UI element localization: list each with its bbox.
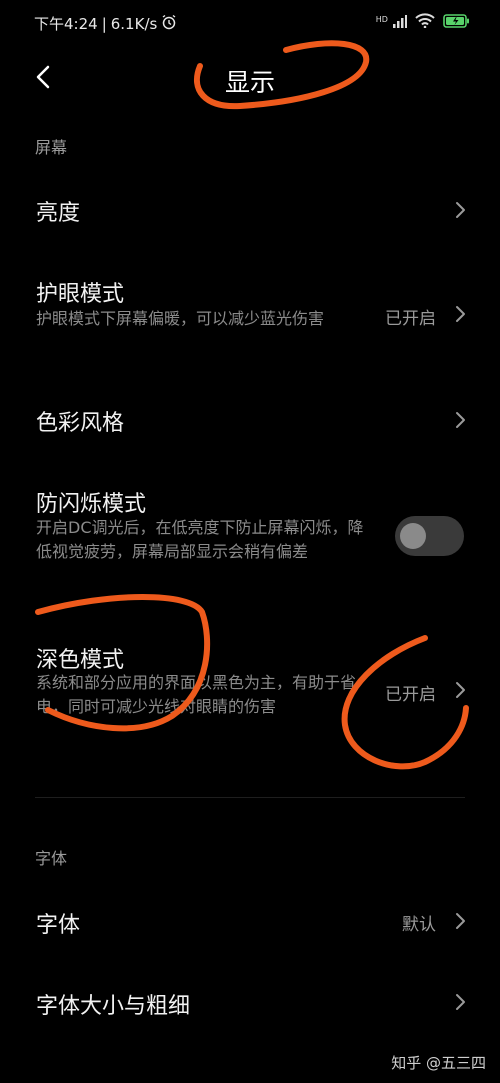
anti-flicker-title: 防闪烁模式: [36, 492, 147, 517]
setting-dark-mode[interactable]: 深色模式 系统和部分应用的界面以黑色为主，有助于省电，同时可减少光线对眼睛的伤害…: [0, 640, 500, 750]
brightness-title: 亮度: [36, 201, 81, 226]
anti-flicker-toggle[interactable]: [395, 516, 464, 556]
chevron-right-icon: [456, 412, 465, 428]
anti-flicker-subtitle: 开启DC调光后，在低亮度下防止屏幕闪烁，降低视觉疲劳，屏幕局部显示会稍有偏差: [36, 518, 364, 561]
eye-care-title: 护眼模式: [36, 282, 125, 307]
app-header: 显示: [0, 46, 500, 116]
hd-badge: HD: [375, 15, 388, 24]
status-right: HD: [376, 13, 470, 32]
setting-font-size[interactable]: 字体大小与粗细: [0, 962, 500, 1042]
chevron-right-icon: [456, 682, 465, 698]
font-title: 字体: [36, 913, 81, 938]
font-size-title: 字体大小与粗细: [36, 994, 191, 1019]
signal-icon: HD: [376, 13, 407, 32]
watermark: 知乎 @五三四: [391, 1054, 486, 1072]
wifi-icon: [415, 13, 435, 32]
chevron-right-icon: [456, 913, 465, 929]
section-divider: [35, 797, 465, 798]
setting-anti-flicker[interactable]: 防闪烁模式 开启DC调光后，在低亮度下防止屏幕闪烁，降低视觉疲劳，屏幕局部显示会…: [0, 478, 500, 598]
toggle-knob: [400, 523, 426, 549]
eye-care-status: 已开启: [385, 309, 436, 329]
dark-mode-subtitle: 系统和部分应用的界面以黑色为主，有助于省电，同时可减少光线对眼睛的伤害: [36, 673, 357, 716]
setting-eye-care[interactable]: 护眼模式 护眼模式下屏幕偏暖，可以减少蓝光伤害 已开启: [0, 268, 500, 368]
status-separator: |: [101, 14, 107, 33]
battery-icon: [443, 13, 470, 32]
chevron-right-icon: [456, 994, 465, 1010]
alarm-icon: [161, 14, 177, 34]
eye-care-subtitle: 护眼模式下屏幕偏暖，可以减少蓝光伤害: [36, 309, 325, 328]
chevron-right-icon: [456, 202, 465, 218]
section-header-font: 字体: [35, 849, 68, 868]
setting-brightness[interactable]: 亮度: [0, 170, 500, 250]
status-left: 下午4:24 | 6.1K/s: [34, 13, 177, 34]
setting-font[interactable]: 字体 默认: [0, 880, 500, 960]
status-time: 下午4:24: [34, 15, 98, 33]
font-value: 默认: [402, 915, 436, 935]
page-title: 显示: [224, 68, 275, 97]
status-network-speed: 6.1K/s: [110, 14, 158, 33]
dark-mode-title: 深色模式: [36, 648, 125, 673]
dark-mode-status: 已开启: [385, 685, 436, 705]
chevron-right-icon: [456, 306, 465, 322]
setting-color-style[interactable]: 色彩风格: [0, 380, 500, 460]
color-style-title: 色彩风格: [36, 411, 125, 436]
status-bar: 下午4:24 | 6.1K/s HD: [0, 0, 500, 46]
section-header-screen: 屏幕: [35, 138, 68, 157]
